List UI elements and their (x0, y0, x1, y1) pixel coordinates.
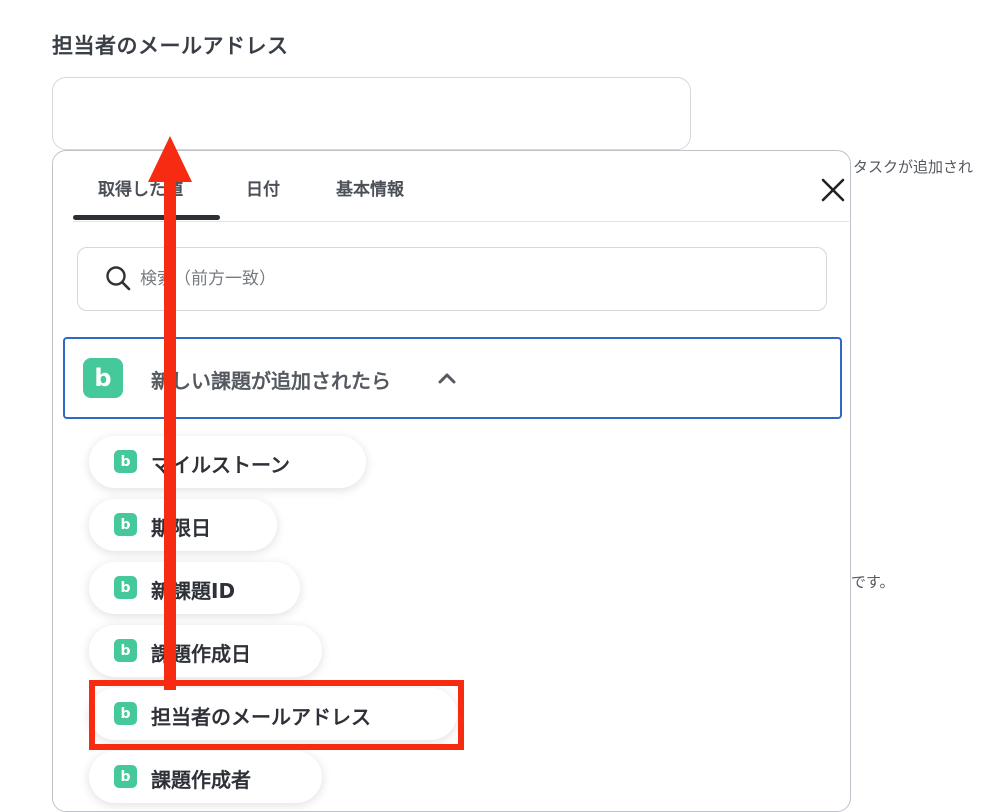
backlog-app-icon: b (114, 639, 137, 662)
tab-date[interactable]: 日付 (246, 175, 280, 200)
search-input[interactable] (138, 260, 802, 298)
search-icon (104, 264, 132, 292)
list-item[interactable]: b 課題作成日 (89, 625, 322, 677)
list-item-label: 課題作成者 (151, 768, 251, 792)
backlog-app-icon: b (114, 765, 137, 788)
backlog-app-icon: b (114, 450, 137, 473)
backlog-app-icon: b (114, 576, 137, 599)
chevron-up-icon[interactable] (437, 369, 457, 389)
tab-basic-info[interactable]: 基本情報 (336, 175, 404, 200)
field-label: 担当者のメールアドレス (52, 34, 289, 58)
background-text-2: です。 (851, 573, 895, 591)
list-item[interactable]: b マイルストーン (89, 436, 366, 488)
list-item[interactable]: b 課題作成者 (89, 751, 322, 803)
backlog-app-icon: b (83, 358, 123, 398)
close-icon[interactable] (818, 175, 848, 205)
arrow-annotation (148, 136, 192, 690)
highlight-box (89, 680, 464, 750)
background-text-1: タスクが追加され (853, 158, 974, 176)
backlog-app-icon: b (114, 513, 137, 536)
